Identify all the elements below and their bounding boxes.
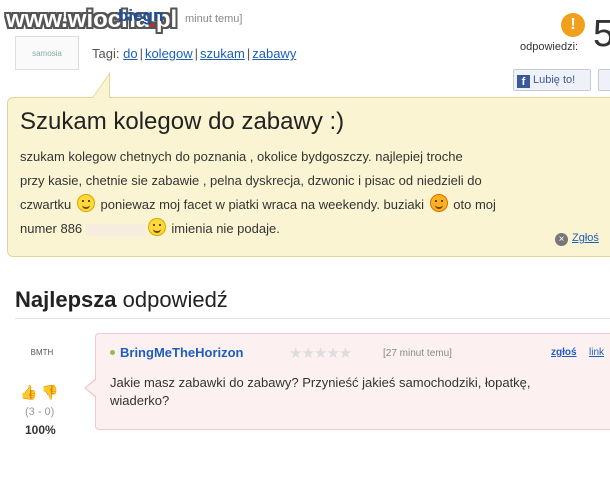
- question-title: Szukam kolegow do zabawy :): [20, 108, 345, 135]
- divider: [15, 318, 610, 319]
- tag-link-zabawy[interactable]: zabawy: [252, 46, 296, 61]
- question-text: poniewaz moj facet w piatki wraca na wee…: [100, 197, 425, 212]
- like-label: Lubię to!: [533, 74, 576, 86]
- online-status-dot-icon: [110, 350, 115, 355]
- report-answer-link[interactable]: zgłoś: [551, 347, 577, 358]
- smiley-icon: [76, 194, 95, 212]
- answer-time: [27 minut temu]: [383, 348, 452, 359]
- tag-link-do[interactable]: do: [123, 46, 137, 61]
- answer-author-avatar[interactable]: BMTH: [22, 345, 62, 361]
- question-text: czwartku: [20, 197, 72, 212]
- thumbs-vote-icons[interactable]: 👍 👎: [20, 384, 59, 401]
- question-line: szukam kolegow chetnych do poznania , ok…: [20, 149, 463, 164]
- watermark-prefix: www.: [6, 6, 68, 33]
- tags-label: Tagi:: [92, 46, 120, 61]
- answer-bubble-tail-inner: [86, 380, 96, 396]
- kiss-emoticon-icon: [429, 194, 448, 212]
- question-author-avatar[interactable]: samosia: [15, 36, 79, 70]
- rating-stars-icon: ★★★★★: [289, 345, 352, 362]
- report-label: Zgłoś: [572, 232, 599, 244]
- facebook-like-button[interactable]: f Lubię to!: [513, 69, 591, 91]
- vote-percent: 100%: [25, 423, 56, 437]
- question-line: czwartku poniewaz moj facet w piatki wra…: [20, 193, 610, 217]
- share-count-button[interactable]: [598, 69, 610, 91]
- report-question-link[interactable]: × Zgłoś: [555, 232, 599, 246]
- best-answer-heading: Najlepsza odpowiedź: [15, 287, 228, 313]
- question-line: numer 886 imienia nie podaje.: [20, 217, 610, 241]
- question-line: przy kasie, chetnie sie zabawie , pelna …: [20, 173, 482, 188]
- tag-link-kolegow[interactable]: kolegow: [145, 46, 193, 61]
- question-text: oto moj: [453, 197, 496, 212]
- question-text: imienia nie podaje.: [171, 221, 280, 236]
- answer-author-name[interactable]: BringMeTheHorizon: [120, 345, 244, 360]
- facebook-icon: f: [517, 75, 530, 88]
- heading-bold: Najlepsza: [15, 287, 117, 312]
- tags-row: Tagi: do | kolegow | szukam | zabawy: [92, 46, 297, 61]
- question-author-nickname[interactable]: biegn: [118, 6, 163, 26]
- question-text: numer 886: [20, 221, 83, 236]
- heading-rest: odpowiedź: [116, 287, 228, 312]
- question-body: szukam kolegow chetnych do poznania , ok…: [20, 145, 610, 241]
- question-time: minut temu]: [185, 13, 243, 25]
- redacted-number: [85, 223, 146, 236]
- vote-count: (3 - 0): [25, 406, 55, 418]
- answers-label: odpowiedzi:: [520, 41, 579, 53]
- answers-count: 5: [593, 13, 610, 55]
- answer-text: Jakie masz zabawki do zabawy? Przynieść …: [110, 375, 531, 408]
- smiley-icon: [147, 218, 166, 236]
- close-circle-icon: ×: [555, 233, 568, 246]
- question-bubble-tail-inner: [93, 75, 109, 98]
- tag-link-szukam[interactable]: szukam: [200, 46, 245, 61]
- answer-permalink[interactable]: link: [589, 347, 604, 358]
- answers-alert-icon: !: [561, 13, 585, 37]
